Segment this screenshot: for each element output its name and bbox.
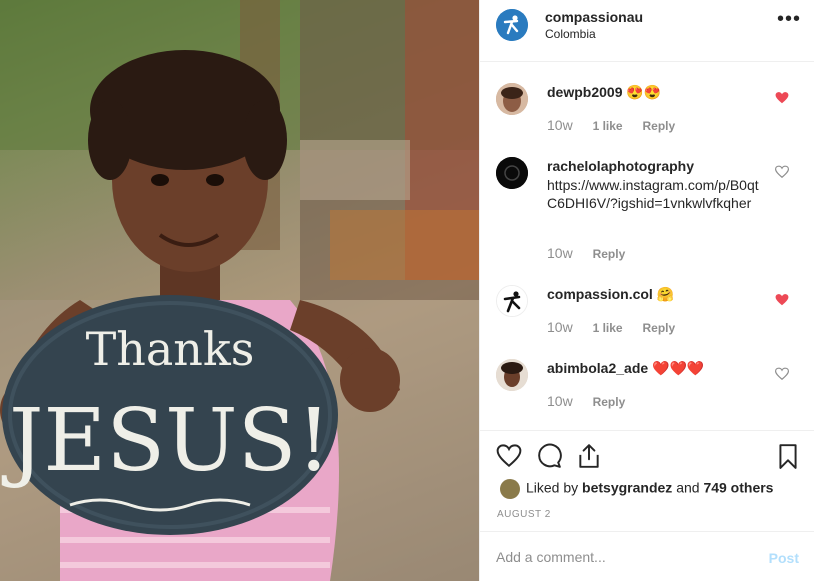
comment-item: rachelolaphotography https://www.instagr… xyxy=(480,155,814,275)
photo-illustration: Thanks JESUS! xyxy=(0,0,479,581)
comment-time[interactable]: 10w xyxy=(547,393,573,409)
comment-username-text[interactable]: compassion.col xyxy=(547,286,653,302)
heart-filled-icon[interactable] xyxy=(775,293,789,307)
liked-by-user[interactable]: betsygrandez xyxy=(582,480,672,496)
sign-text-jesus: JESUS! xyxy=(1,391,331,491)
comment-username-text[interactable]: dewpb2009 xyxy=(547,84,622,100)
add-comment-bar: Post xyxy=(480,531,814,581)
commenter-avatar[interactable] xyxy=(496,157,528,189)
comment-emoji: 🤗 xyxy=(656,286,675,302)
add-comment-input[interactable] xyxy=(496,546,746,568)
commenter-avatar[interactable] xyxy=(496,83,528,115)
bookmark-icon[interactable] xyxy=(775,443,801,469)
reply-button[interactable]: Reply xyxy=(643,119,676,133)
post-button[interactable]: Post xyxy=(769,550,799,566)
comment-likes[interactable]: 1 like xyxy=(593,321,623,335)
comment-item: abimbola2_ade ❤️❤️❤️ 10w Reply xyxy=(480,357,814,427)
post-sidebar: compassionau Colombia ••• dewpb2009 😍😍 1… xyxy=(479,0,814,581)
liker-avatar[interactable] xyxy=(500,479,520,499)
liked-by-summary: Liked by betsygrandez and 749 others xyxy=(500,479,773,499)
comment-username[interactable]: dewpb2009 😍😍 xyxy=(547,84,661,101)
comment-emoji: ❤️❤️❤️ xyxy=(652,360,705,376)
liked-by-others[interactable]: 749 others xyxy=(703,480,773,496)
comment-emoji: 😍😍 xyxy=(626,84,662,100)
reply-button[interactable]: Reply xyxy=(643,321,676,335)
comment-username[interactable]: compassion.col 🤗 xyxy=(547,286,674,303)
like-heart-icon[interactable] xyxy=(496,443,522,469)
comment-meta: 10w 1 like Reply xyxy=(547,117,675,133)
comment-bubble-icon[interactable] xyxy=(536,443,562,469)
post-photo[interactable]: Thanks JESUS! xyxy=(0,0,479,581)
comment-meta: 10w Reply xyxy=(547,393,625,409)
author-username[interactable]: compassionau xyxy=(545,9,643,25)
comment-username[interactable]: abimbola2_ade ❤️❤️❤️ xyxy=(547,360,704,377)
comment-item: dewpb2009 😍😍 10w 1 like Reply xyxy=(480,81,814,151)
commenter-photo-icon xyxy=(496,83,528,115)
compassion-logo-icon xyxy=(497,286,527,316)
comment-meta: 10w 1 like Reply xyxy=(547,319,675,335)
commenter-avatar[interactable] xyxy=(496,285,528,317)
comment-time[interactable]: 10w xyxy=(547,245,573,261)
comment-text[interactable]: https://www.instagram.com/p/B0qtC6DHI6V/… xyxy=(547,176,767,212)
heart-outline-icon[interactable] xyxy=(775,165,789,179)
post-header: compassionau Colombia ••• xyxy=(480,0,814,62)
heart-outline-icon[interactable] xyxy=(775,367,789,381)
commenter-photo-icon xyxy=(496,359,528,391)
reply-button[interactable]: Reply xyxy=(593,395,626,409)
commenter-photo-icon xyxy=(496,157,528,189)
heart-filled-icon[interactable] xyxy=(775,91,789,105)
post-date[interactable]: AUGUST 2 xyxy=(497,509,551,520)
comment-meta: 10w Reply xyxy=(547,245,625,261)
compassion-logo-icon xyxy=(496,9,528,41)
post-location[interactable]: Colombia xyxy=(545,27,596,41)
comments-list[interactable]: dewpb2009 😍😍 10w 1 like Reply rachelolap… xyxy=(480,63,814,430)
comment-username-text[interactable]: abimbola2_ade xyxy=(547,360,648,376)
sign-text-thanks: Thanks xyxy=(86,322,255,376)
comment-time[interactable]: 10w xyxy=(547,319,573,335)
comment-likes[interactable]: 1 like xyxy=(593,119,623,133)
commenter-avatar[interactable] xyxy=(496,359,528,391)
comment-time[interactable]: 10w xyxy=(547,117,573,133)
comment-username-text[interactable]: rachelolaphotography xyxy=(547,158,694,174)
reply-button[interactable]: Reply xyxy=(593,247,626,261)
liked-by-and: and xyxy=(676,479,700,496)
liked-by-prefix: Liked by xyxy=(526,479,579,496)
author-avatar[interactable] xyxy=(496,9,528,41)
comment-item: compassion.col 🤗 10w 1 like Reply xyxy=(480,283,814,353)
more-horizontal-icon[interactable]: ••• xyxy=(777,9,801,34)
share-icon[interactable] xyxy=(576,443,602,469)
comment-username[interactable]: rachelolaphotography xyxy=(547,158,694,174)
